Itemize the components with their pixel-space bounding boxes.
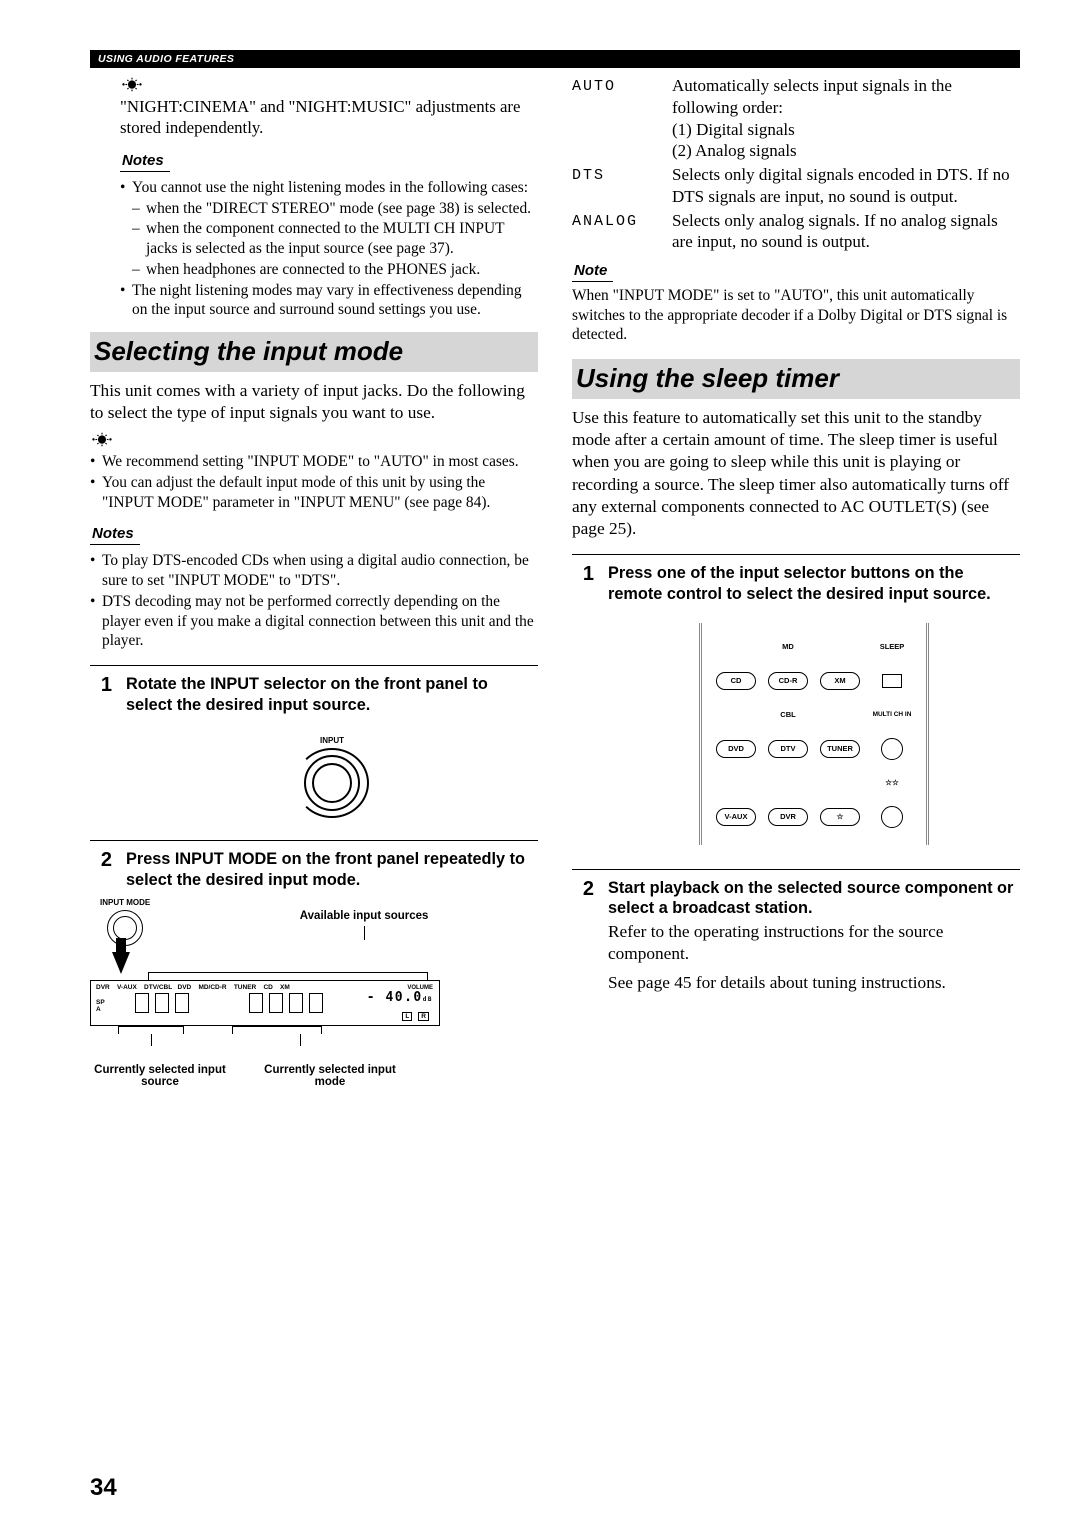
front-panel-display: DVR V-AUX DTV/CBL DVD MD/CD-R TUNER CD X…: [90, 980, 440, 1026]
left-column: ･☀･ "NIGHT:CINEMA" and "NIGHT:MUSIC" adj…: [90, 75, 538, 1088]
volume-unit: dB: [423, 996, 433, 1003]
note-item: You cannot use the night listening modes…: [132, 178, 528, 198]
step-body-text: Refer to the operating instructions for …: [608, 921, 1020, 965]
note-subitem: when the component connected to the MULT…: [146, 219, 538, 258]
remote-btn-star[interactable]: ☆: [820, 808, 860, 826]
manual-page: USING AUDIO FEATURES ･☀･ "NIGHT:CINEMA" …: [0, 0, 1080, 1526]
page-number: 34: [90, 1474, 117, 1502]
section-heading-input-mode: Selecting the input mode: [90, 332, 538, 372]
note-subitem: when the "DIRECT STEREO" mode (see page …: [146, 199, 531, 219]
input-knob-figure: INPUT: [126, 736, 538, 818]
mode-desc: (2) Analog signals: [672, 140, 1020, 162]
tip-item: We recommend setting "INPUT MODE" to "AU…: [102, 452, 519, 472]
mode-desc: Automatically selects input signals in t…: [672, 75, 1020, 119]
tip-text: "NIGHT:CINEMA" and "NIGHT:MUSIC" adjustm…: [120, 97, 538, 139]
step-title: Rotate the INPUT selector on the front p…: [126, 674, 538, 716]
step-2: 2 Press INPUT MODE on the front panel re…: [90, 840, 538, 891]
remote-btn-cd[interactable]: CD: [716, 672, 756, 690]
mode-desc: Selects only analog signals. If no analo…: [672, 210, 1020, 254]
tip-icon: ･☀･: [120, 75, 538, 95]
step-number: 2: [572, 878, 594, 1000]
notes-label: Notes: [90, 524, 140, 545]
knob-label: INPUT: [295, 736, 369, 745]
lr-indicator: L R: [402, 1012, 429, 1021]
remote-btn-cdr[interactable]: CD-R: [768, 672, 808, 690]
section-header-text: USING AUDIO FEATURES: [98, 53, 234, 65]
note-subitem: when headphones are connected to the PHO…: [146, 260, 480, 280]
segment-display: [249, 993, 323, 1013]
notes-list-1: •You cannot use the night listening mode…: [120, 178, 538, 320]
volume-value: - 40.0: [367, 990, 423, 1005]
bracket-icon: [148, 972, 428, 980]
source-labels: DVR V-AUX DTV/CBL DVD MD/CD-R TUNER CD X…: [96, 984, 290, 991]
notes-label: Notes: [120, 151, 170, 172]
arrow-down-icon: [112, 952, 130, 974]
remote-label-md: MD: [782, 642, 794, 651]
sleep-step-2: 2 Start playback on the selected source …: [572, 869, 1020, 1000]
step-number: 1: [90, 674, 112, 826]
content-columns: ･☀･ "NIGHT:CINEMA" and "NIGHT:MUSIC" adj…: [90, 75, 1020, 1088]
caption-current-source: Currently selected input source: [90, 1064, 230, 1088]
notes-list-2: •To play DTS-encoded CDs when using a di…: [90, 551, 538, 651]
knob-icon: [295, 748, 369, 818]
step-number: 1: [572, 563, 594, 855]
section-heading-sleep-timer: Using the sleep timer: [572, 359, 1020, 399]
note-item: DTS decoding may not be performed correc…: [102, 592, 538, 651]
tips-list: •We recommend setting "INPUT MODE" to "A…: [90, 452, 538, 512]
remote-figure: MD SLEEP CD CD-R XM CBL MULTI CH IN DVD: [699, 623, 929, 845]
bracket-icon: [118, 1026, 184, 1034]
remote-btn-tuner[interactable]: TUNER: [820, 740, 860, 758]
section-header: USING AUDIO FEATURES: [90, 50, 1020, 68]
display-figure: INPUT MODE Available input sources DVR V…: [90, 898, 538, 1088]
step-title: Press one of the input selector buttons …: [608, 563, 1020, 605]
speaker-indicator: SP A: [96, 999, 105, 1013]
mode-key-auto: AUTO: [572, 75, 672, 162]
remote-btn-dvd[interactable]: DVD: [716, 740, 756, 758]
remote-btn-sleep[interactable]: [882, 674, 902, 688]
caption-row: Currently selected input source Currentl…: [90, 1064, 538, 1088]
volume-readout: VOLUME - 40.0dB: [367, 985, 433, 1004]
mode-key-dts: DTS: [572, 164, 672, 208]
note-item: To play DTS-encoded CDs when using a dig…: [102, 551, 538, 590]
note-item: The night listening modes may vary in ef…: [132, 281, 538, 320]
remote-label-sleep: SLEEP: [880, 642, 905, 651]
note-text: When "INPUT MODE" is set to "AUTO", this…: [572, 286, 1020, 345]
knob-label: INPUT MODE: [100, 898, 150, 907]
step-title: Press INPUT MODE on the front panel repe…: [126, 849, 538, 891]
sleep-step-1: 1 Press one of the input selector button…: [572, 554, 1020, 855]
note-label: Note: [572, 261, 613, 282]
remote-btn-dvr[interactable]: DVR: [768, 808, 808, 826]
remote-label-multich: MULTI CH IN: [873, 711, 912, 718]
tip-block: ･☀･ "NIGHT:CINEMA" and "NIGHT:MUSIC" adj…: [90, 75, 538, 320]
mode-key-analog: ANALOG: [572, 210, 672, 254]
step-title: Start playback on the selected source co…: [608, 878, 1020, 920]
mode-desc: (1) Digital signals: [672, 119, 1020, 141]
remote-label-cbl: CBL: [780, 710, 795, 719]
tip-icon: ･☀･: [90, 430, 538, 450]
step-1: 1 Rotate the INPUT selector on the front…: [90, 665, 538, 826]
remote-btn-round[interactable]: [881, 806, 903, 828]
mode-desc: Selects only digital signals encoded in …: [672, 164, 1020, 208]
remote-btn-xm[interactable]: XM: [820, 672, 860, 690]
sleep-intro: Use this feature to automatically set th…: [572, 407, 1020, 540]
remote-btn-vaux[interactable]: V-AUX: [716, 808, 756, 826]
tip-item: You can adjust the default input mode of…: [102, 473, 538, 512]
remote-btn-multich[interactable]: [881, 738, 903, 760]
caption-current-mode: Currently selected input mode: [260, 1064, 400, 1088]
input-mode-table: AUTO Automatically selects input signals…: [572, 75, 1020, 253]
remote-btn-dtv[interactable]: DTV: [768, 740, 808, 758]
intro-text: This unit comes with a variety of input …: [90, 380, 538, 424]
step-body-text: See page 45 for details about tuning ins…: [608, 972, 1020, 994]
bracket-icon: [232, 1026, 322, 1034]
segment-display: [135, 993, 189, 1013]
caption-available-sources: Available input sources: [300, 910, 429, 922]
right-column: AUTO Automatically selects input signals…: [572, 75, 1020, 1088]
step-number: 2: [90, 849, 112, 891]
remote-label-stars: ☆☆: [885, 778, 898, 787]
